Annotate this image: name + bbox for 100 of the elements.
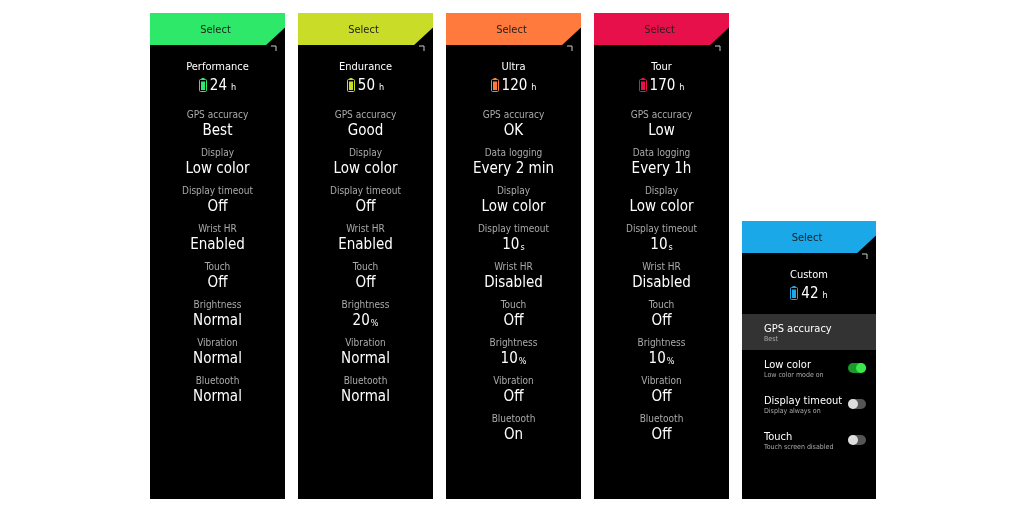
setting-value: Off bbox=[651, 311, 672, 330]
setting-label: Display timeout bbox=[477, 222, 550, 235]
setting-label: Low color bbox=[764, 357, 812, 371]
setting-label: Touch bbox=[648, 298, 675, 311]
setting-label: Display bbox=[200, 146, 235, 159]
setting-label: Display timeout bbox=[329, 184, 402, 197]
select-button[interactable]: Select bbox=[150, 13, 285, 45]
value-unit: s bbox=[520, 242, 525, 252]
setting-value: 10 bbox=[648, 349, 666, 368]
hours-unit: h bbox=[231, 82, 237, 92]
setting-value: 10 bbox=[650, 235, 668, 254]
toggle-switch[interactable] bbox=[848, 399, 866, 409]
setting-value: Normal bbox=[193, 311, 242, 330]
mode-name: Custom bbox=[790, 268, 828, 281]
setting-label: Data logging bbox=[484, 146, 543, 159]
setting-label: Wrist HR bbox=[494, 260, 533, 273]
setting-value: Disabled bbox=[484, 273, 543, 292]
hours-unit: h bbox=[822, 290, 828, 300]
battery-hours: 42 bbox=[801, 284, 819, 302]
value-unit: s bbox=[668, 242, 673, 252]
setting-label: Bluetooth bbox=[639, 412, 684, 425]
corner-icon bbox=[567, 45, 573, 51]
setting-value: Off bbox=[651, 387, 672, 406]
setting-value: Off bbox=[355, 197, 376, 216]
setting-label: Wrist HR bbox=[642, 260, 681, 273]
setting-value: Low color bbox=[481, 197, 546, 216]
battery-hours: 170 bbox=[649, 76, 676, 94]
mode-name: Endurance bbox=[339, 60, 392, 73]
toggle-switch[interactable] bbox=[848, 363, 866, 373]
setting-label: Touch bbox=[764, 429, 794, 443]
setting-label: Brightness bbox=[637, 336, 686, 349]
setting-value: Low color bbox=[333, 159, 398, 178]
setting-value: Normal bbox=[341, 349, 390, 368]
setting-value: Low color bbox=[185, 159, 250, 178]
setting-value: Off bbox=[651, 425, 672, 444]
battery-hours: 120 bbox=[501, 76, 528, 94]
setting-label: Vibration bbox=[641, 374, 682, 387]
setting-label: Display bbox=[348, 146, 383, 159]
corner-icon bbox=[271, 45, 277, 51]
corner-icon bbox=[862, 253, 868, 259]
setting-label: Brightness bbox=[489, 336, 538, 349]
value-unit: % bbox=[370, 318, 379, 328]
setting-value: Disabled bbox=[632, 273, 691, 292]
setting-label: GPS accuracy bbox=[630, 108, 693, 121]
setting-value: Enabled bbox=[190, 235, 245, 254]
select-button[interactable]: Select bbox=[594, 13, 729, 45]
setting-value: Low color bbox=[629, 197, 694, 216]
battery-hours: 50 bbox=[357, 76, 375, 94]
setting-label: Touch bbox=[500, 298, 527, 311]
setting-value: Normal bbox=[341, 387, 390, 406]
setting-label: GPS accuracy bbox=[186, 108, 249, 121]
setting-value: Off bbox=[503, 387, 524, 406]
hours-unit: h bbox=[379, 82, 385, 92]
corner-icon bbox=[715, 45, 721, 51]
setting-label: Vibration bbox=[493, 374, 534, 387]
setting-label: Display timeout bbox=[181, 184, 254, 197]
setting-label: Display bbox=[644, 184, 679, 197]
setting-value: 10 bbox=[502, 235, 520, 254]
select-button[interactable]: Select bbox=[742, 221, 876, 253]
toggle-switch[interactable] bbox=[848, 435, 866, 445]
select-button[interactable]: Select bbox=[446, 13, 581, 45]
setting-value: 20 bbox=[352, 311, 370, 330]
hours-unit: h bbox=[531, 82, 537, 92]
setting-value: Normal bbox=[193, 387, 242, 406]
setting-value: Off bbox=[207, 273, 228, 292]
setting-label: Brightness bbox=[193, 298, 242, 311]
setting-value: Best bbox=[202, 121, 233, 140]
setting-label: Wrist HR bbox=[346, 222, 385, 235]
setting-label: Display bbox=[496, 184, 531, 197]
setting-value: 10 bbox=[500, 349, 518, 368]
setting-label: Brightness bbox=[341, 298, 390, 311]
setting-value: On bbox=[503, 425, 524, 444]
battery-hours: 24 bbox=[209, 76, 227, 94]
value-unit: % bbox=[666, 356, 675, 366]
select-button[interactable]: Select bbox=[298, 13, 433, 45]
setting-label: Touch bbox=[352, 260, 379, 273]
setting-label: Vibration bbox=[345, 336, 386, 349]
setting-label: Bluetooth bbox=[343, 374, 388, 387]
setting-value: Normal bbox=[193, 349, 242, 368]
setting-label: Bluetooth bbox=[491, 412, 536, 425]
setting-label: Bluetooth bbox=[195, 374, 240, 387]
setting-label: Display timeout bbox=[625, 222, 698, 235]
setting-label: Data logging bbox=[632, 146, 691, 159]
setting-value: Off bbox=[503, 311, 524, 330]
setting-value: Good bbox=[347, 121, 384, 140]
mode-name: Tour bbox=[651, 60, 672, 73]
setting-value: Enabled bbox=[338, 235, 393, 254]
setting-label: Touch bbox=[204, 260, 231, 273]
setting-value: Off bbox=[207, 197, 228, 216]
setting-value: Low bbox=[648, 121, 675, 140]
setting-label: Display timeout bbox=[764, 393, 843, 407]
setting-label: GPS accuracy bbox=[482, 108, 545, 121]
hours-unit: h bbox=[679, 82, 685, 92]
setting-value: Every 1h bbox=[631, 159, 692, 178]
value-unit: % bbox=[518, 356, 527, 366]
setting-label: GPS accuracy bbox=[334, 108, 397, 121]
setting-value: Every 2 min bbox=[473, 159, 554, 178]
mode-name: Ultra bbox=[501, 60, 526, 73]
setting-label: Wrist HR bbox=[198, 222, 237, 235]
setting-value: Off bbox=[355, 273, 376, 292]
